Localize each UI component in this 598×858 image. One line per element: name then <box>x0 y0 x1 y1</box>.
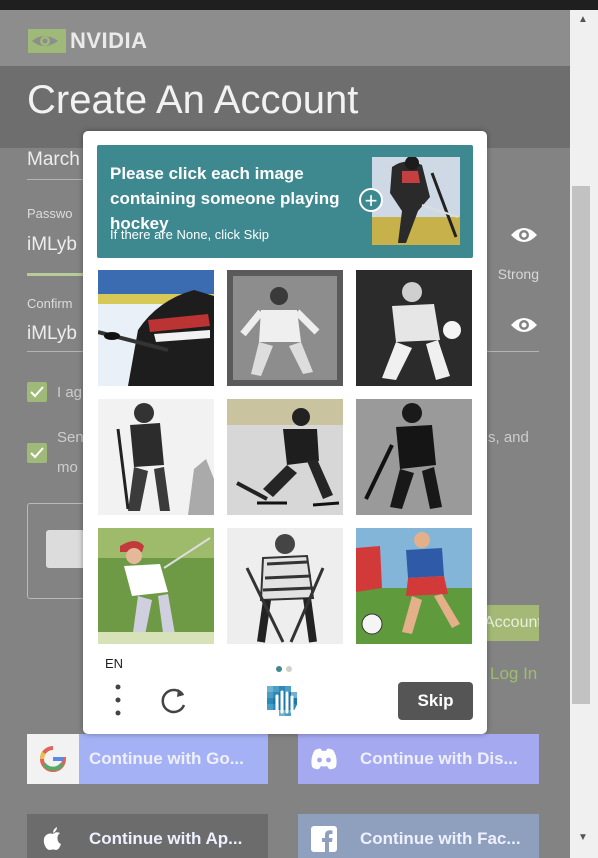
send-updates-text-line2: mo <box>57 459 78 476</box>
password-label: Passwo <box>27 206 73 221</box>
confirm-password-input[interactable]: iMLyb <box>27 323 77 345</box>
nvidia-logo[interactable]: NVIDIA <box>28 28 148 54</box>
view-example-icon[interactable]: + <box>359 188 383 212</box>
hcaptcha-logo-icon <box>267 686 301 716</box>
tile-image-hockey-sketch <box>227 528 343 644</box>
scroll-up-arrow-icon[interactable]: ▲ <box>578 14 588 25</box>
facebook-icon <box>311 826 337 852</box>
skip-button[interactable]: Skip <box>398 682 473 720</box>
menu-dots-icon[interactable] <box>113 683 123 717</box>
birth-month-value[interactable]: March <box>27 149 80 171</box>
captcha-tile-9[interactable] <box>356 528 472 644</box>
discord-icon <box>311 748 337 770</box>
example-image[interactable] <box>372 157 460 245</box>
confirm-password-label: Confirm <box>27 296 73 311</box>
brand-name: NVIDIA <box>70 28 148 53</box>
captcha-tile-3[interactable] <box>356 270 472 386</box>
captcha-tile-1[interactable] <box>98 270 214 386</box>
check-icon <box>30 447 44 459</box>
scrollbar-thumb[interactable] <box>572 186 590 704</box>
password-strength-text: Strong <box>497 266 539 282</box>
continue-with-discord-button[interactable]: Continue with Dis... <box>298 734 539 784</box>
captcha-prompt-subtext: If there are None, click Skip <box>110 227 269 242</box>
page-indicator <box>276 659 296 677</box>
facebook-button-label: Continue with Fac... <box>360 829 521 848</box>
captcha-challenge-dialog: Please click each image containing someo… <box>83 131 487 734</box>
captcha-tile-8[interactable] <box>227 528 343 644</box>
scroll-down-arrow-icon[interactable]: ▼ <box>578 832 588 843</box>
tile-image-soccer-player <box>356 270 472 386</box>
send-updates-checkbox[interactable] <box>27 443 47 463</box>
page-dot-active <box>276 666 282 672</box>
month-underline <box>27 179 83 180</box>
refresh-icon[interactable] <box>159 685 189 715</box>
page-dot-inactive <box>286 666 292 672</box>
captcha-prompt-banner: Please click each image containing someo… <box>97 145 473 258</box>
hcaptcha-checkbox[interactable] <box>46 530 86 568</box>
page-title: Create An Account <box>27 78 359 122</box>
tile-image-goalkeeper <box>227 270 343 386</box>
nvidia-eye-icon <box>28 29 66 53</box>
captcha-prompt-text: Please click each image containing someo… <box>110 164 340 233</box>
apple-button-label: Continue with Ap... <box>89 829 243 848</box>
agree-terms-text: I ag <box>57 384 83 401</box>
show-confirm-password-icon[interactable] <box>510 314 538 336</box>
language-selector[interactable]: EN <box>105 656 123 671</box>
captcha-tile-6[interactable] <box>356 399 472 515</box>
tile-image-soccer-color <box>356 528 472 644</box>
create-account-button[interactable]: Account <box>478 605 539 641</box>
tile-image-hockey-silhouette <box>356 399 472 515</box>
captcha-tile-4[interactable] <box>98 399 214 515</box>
tile-image-hockey-player <box>98 270 214 386</box>
send-updates-text-tail: s, and <box>488 429 529 446</box>
show-password-icon[interactable] <box>510 224 538 246</box>
google-button-label: Continue with Go... <box>89 749 244 768</box>
window-top-strip <box>0 0 598 10</box>
tile-image-golfer <box>98 399 214 515</box>
apple-icon <box>43 827 61 850</box>
agree-terms-checkbox[interactable] <box>27 382 47 402</box>
continue-with-facebook-button[interactable]: Continue with Fac... <box>298 814 539 858</box>
login-link[interactable]: Log In <box>490 664 537 684</box>
send-updates-text: Sen <box>57 429 84 446</box>
google-icon <box>40 746 66 772</box>
continue-with-apple-button[interactable]: Continue with Ap... <box>27 814 268 858</box>
continue-with-google-button[interactable]: Continue with Go... <box>27 734 268 784</box>
captcha-tile-5[interactable] <box>227 399 343 515</box>
check-icon <box>30 386 44 398</box>
password-input[interactable]: iMLyb <box>27 234 77 256</box>
page-scrollbar[interactable]: ▲ ▼ <box>570 10 598 858</box>
tile-image-hockey-skater <box>227 399 343 515</box>
captcha-tile-2[interactable] <box>227 270 343 386</box>
site-header: NVIDIA <box>0 10 570 66</box>
discord-button-label: Continue with Dis... <box>360 749 518 768</box>
tile-image-golfer-swing <box>98 528 214 644</box>
captcha-tile-7[interactable] <box>98 528 214 644</box>
